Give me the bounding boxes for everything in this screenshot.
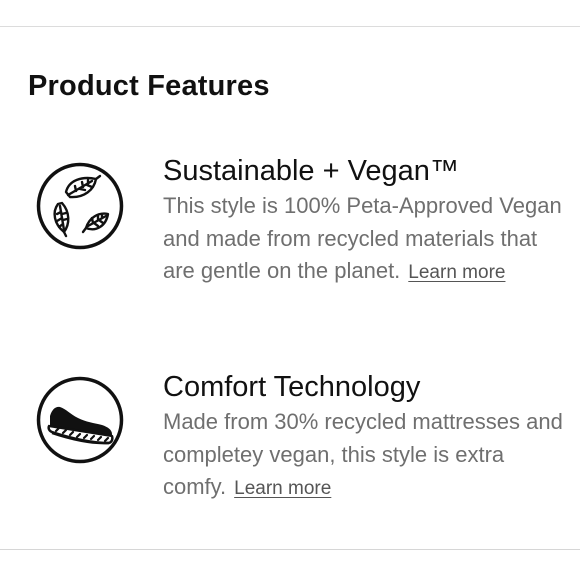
feature-body: Sustainable + Vegan™ This style is 100% … — [163, 152, 573, 290]
feature-title: Sustainable + Vegan™ — [163, 155, 459, 187]
learn-more-link[interactable]: Learn more — [408, 262, 505, 283]
product-features-page: Product Features Sustainable + Vegan™ Th… — [0, 0, 580, 580]
top-divider — [0, 26, 580, 27]
feature-description: This style is 100% Peta-Approved Vegan a… — [163, 190, 573, 290]
bottom-divider — [0, 549, 580, 550]
feature-description-text: Made from 30% recycled mattresses and co… — [163, 409, 563, 499]
section-title: Product Features — [28, 70, 270, 102]
feature-body: Comfort Technology Made from 30% recycle… — [163, 368, 573, 506]
learn-more-link[interactable]: Learn more — [234, 478, 331, 499]
feature-description: Made from 30% recycled mattresses and co… — [163, 406, 573, 506]
feature-title: Comfort Technology — [163, 371, 421, 403]
leaf-recycle-icon — [36, 162, 124, 250]
shoe-icon — [36, 376, 124, 464]
